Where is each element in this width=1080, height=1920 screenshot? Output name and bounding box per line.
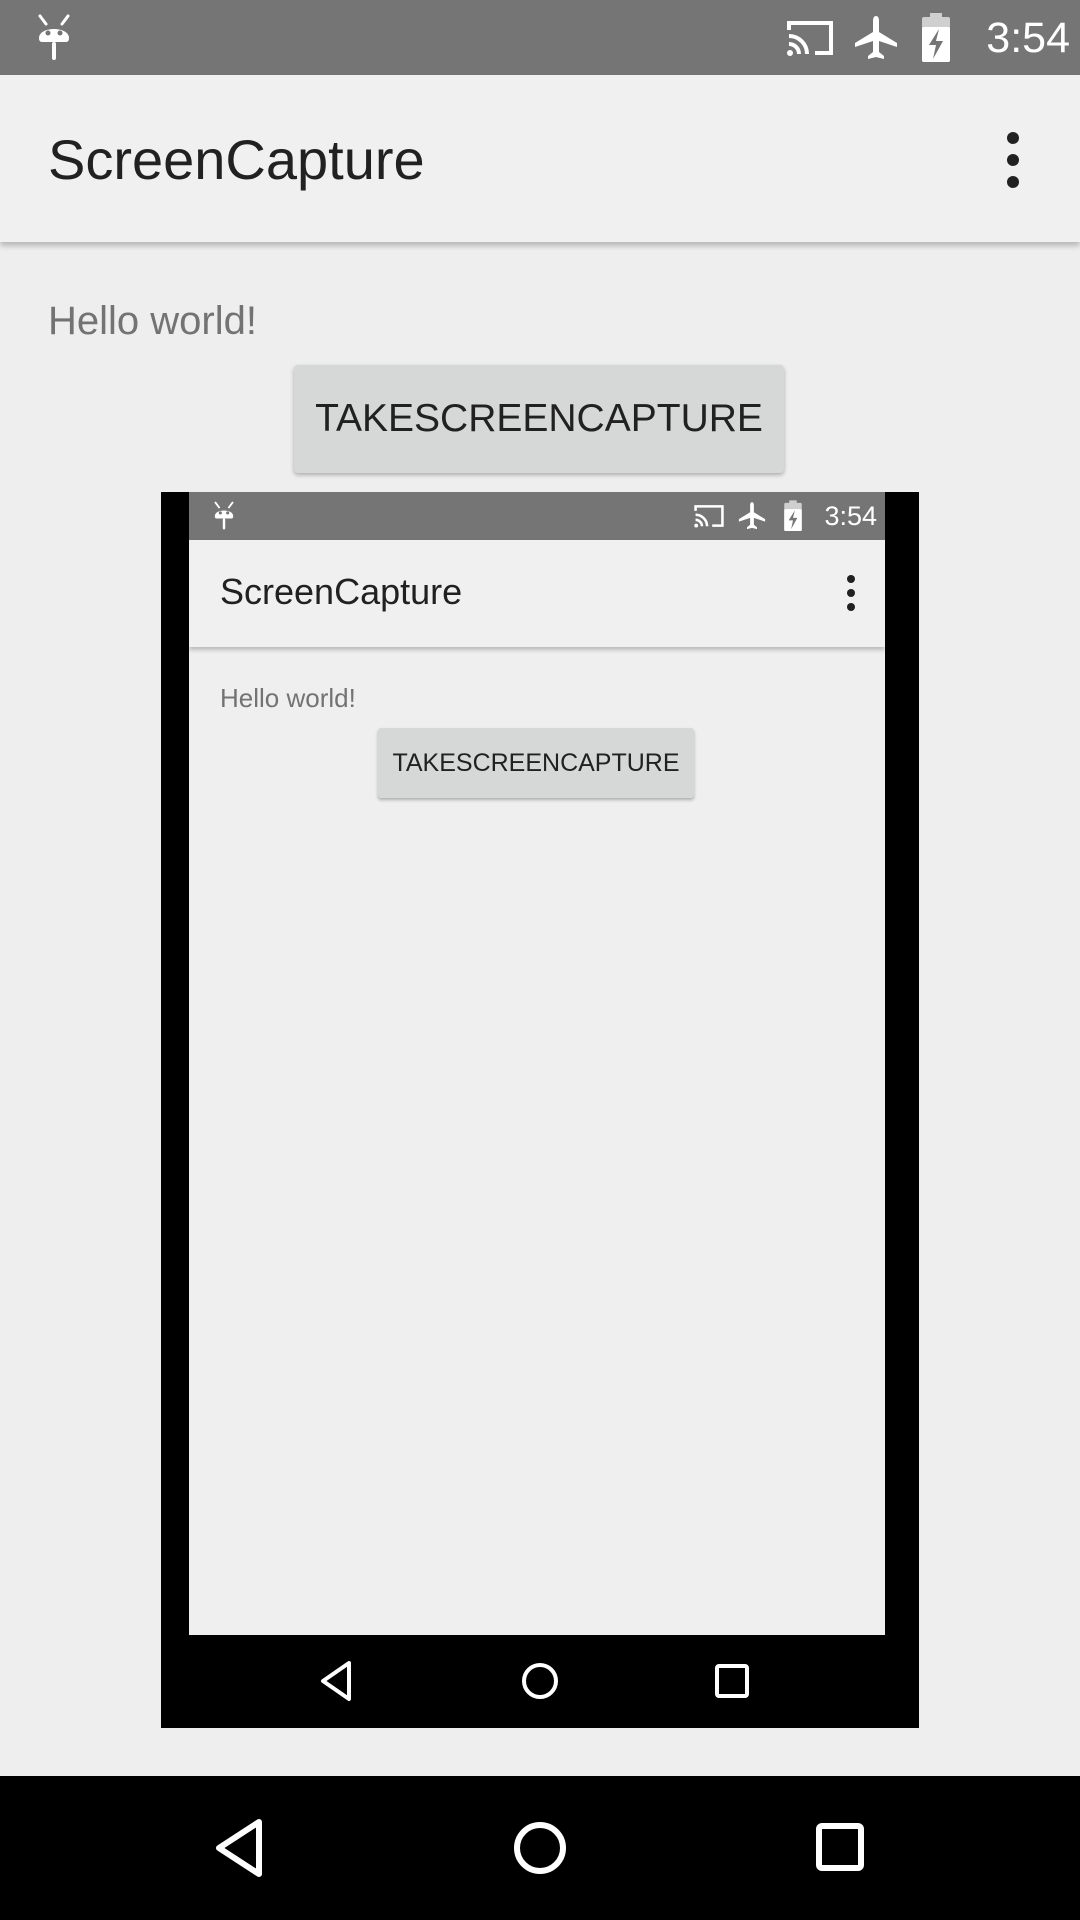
- android-icon: [214, 501, 234, 530]
- captured-screen: 3:54 ScreenCapture Hello world! TAKESCRE…: [189, 492, 885, 1635]
- captured-hello-text: Hello world!: [220, 683, 356, 713]
- app-title: ScreenCapture: [48, 128, 425, 191]
- captured-app-title: ScreenCapture: [220, 571, 463, 612]
- app-bar: ScreenCapture: [0, 75, 1080, 242]
- more-vert-icon[interactable]: [995, 128, 1031, 192]
- cast-icon: [694, 505, 724, 528]
- status-bar: 3:54: [0, 0, 1080, 75]
- captured-status-time: 3:54: [824, 501, 877, 531]
- cast-icon: [787, 21, 833, 56]
- home-icon[interactable]: [504, 1812, 576, 1884]
- captured-screenshot: 3:54 ScreenCapture Hello world! TAKESCRE…: [161, 492, 919, 1728]
- recents-icon: [715, 1664, 749, 1698]
- status-time: 3:54: [986, 14, 1070, 62]
- more-vert-icon: [847, 575, 855, 611]
- nav-bar: [0, 1776, 1080, 1920]
- battery-charging-icon: [922, 13, 950, 62]
- recents-icon[interactable]: [804, 1812, 876, 1884]
- hello-text: Hello world!: [48, 299, 257, 343]
- take-screen-capture-button[interactable]: TAKESCREENCAPTURE: [294, 365, 784, 473]
- captured-app-bar: ScreenCapture: [189, 540, 885, 647]
- captured-status-bar: 3:54: [189, 492, 885, 540]
- back-icon[interactable]: [205, 1812, 277, 1884]
- home-icon: [522, 1663, 558, 1699]
- airplane-icon: [738, 502, 766, 530]
- back-icon: [321, 1661, 351, 1701]
- battery-charging-icon: [784, 500, 802, 531]
- android-icon: [38, 14, 70, 60]
- captured-nav-bar: [161, 1635, 919, 1728]
- airplane-icon: [855, 16, 897, 59]
- captured-capture-button: TAKESCREENCAPTURE: [378, 728, 694, 798]
